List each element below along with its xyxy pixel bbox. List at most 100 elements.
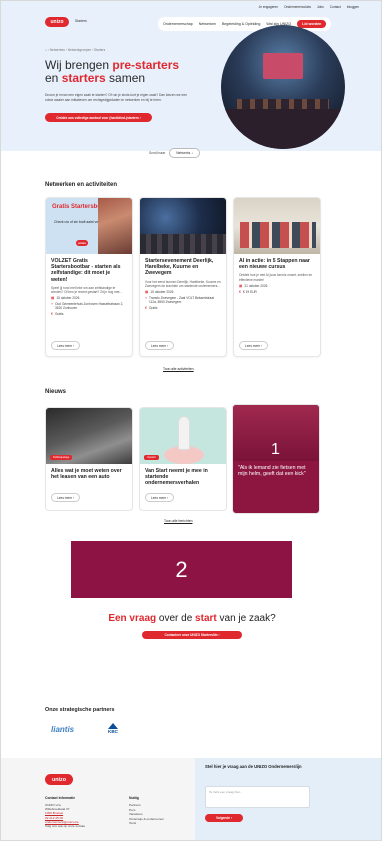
overlay-number: 1 (271, 441, 280, 458)
calendar-icon: ▦ (51, 296, 55, 301)
read-more-button[interactable]: Lees meer › (51, 493, 81, 502)
news-title[interactable]: Van Start neemt je mee in startende onde… (140, 464, 226, 491)
hero-section: Je engageren Ondernemersclubs Jobs Conta… (1, 1, 381, 151)
unizo-logo[interactable]: unizo (45, 17, 69, 27)
crowd-photo (140, 234, 226, 254)
event-price-text: € 19 EUR (243, 290, 257, 294)
location-icon: ⌖ (51, 302, 54, 307)
price-icon: € (145, 306, 147, 311)
calendar-icon: ▦ (145, 290, 149, 295)
question-heading: Een vraag over de start van je zaak? (108, 613, 276, 624)
event-place: ⌖ Oud Gemeentehuis Zonhoven Hasseltsebaan… (46, 301, 132, 311)
event-place: ⌖ Transfo Zwevegem - Zaal VOLT Bekaertstr… (140, 295, 226, 305)
events-heading: Netwerken en activiteiten (45, 182, 118, 188)
event-card-image: Gratis Startersbootbar Check uw of zie b… (46, 198, 132, 254)
scroll-to: Scroll naar Netwerks ↓ (149, 148, 200, 158)
news-title[interactable]: "Als ik lemand zie fietsen met mijn helm… (233, 461, 319, 481)
kbc-text: KBC (108, 729, 118, 734)
topnav-login[interactable]: Inloggen (347, 5, 359, 9)
event-date-text: 15 oktober 2026 (150, 290, 174, 295)
news-card-image: Opstart (140, 408, 226, 464)
news-card-image: Publicapelage (46, 408, 132, 464)
contact-info: UNIZO vzw Willebroekkaai 37 1000 Brussel… (45, 803, 85, 828)
nav-ondernemerschap[interactable]: Ondernemerschap (163, 22, 193, 26)
event-date-text: 21 oktober 2026 (244, 284, 268, 288)
event-title[interactable]: Startersevenement Deerlijk, Harelbeke, K… (140, 254, 226, 279)
read-more-button[interactable]: Lees meer › (145, 493, 175, 502)
partners-heading: Onze strategische partners (45, 707, 115, 713)
event-date-text: 15 oktober 2026 (56, 296, 80, 301)
event-price: € Gratis (46, 311, 132, 317)
contact-starterslijn-button[interactable]: Contacteer onze UNIZO Startersliin › (142, 631, 242, 639)
topnav-engageren[interactable]: Je engageren (259, 5, 279, 9)
runner-photo (98, 198, 132, 254)
kbc-shape (108, 723, 118, 729)
contact-extra: Volg ons ook op onze sociale (45, 824, 86, 829)
location-icon: ⌖ (145, 296, 148, 301)
event-price: € Gratis (140, 305, 226, 311)
event-place-text: Oud Gemeentehuis Zonhoven Hasseltsebaan … (55, 302, 124, 311)
useful-heading: Nuttig (129, 796, 139, 800)
event-desc: Speel jij rond met leke om aan zelfstand… (51, 285, 123, 295)
logo-subtitle: Starters (75, 19, 87, 23)
read-more-button[interactable]: Lees meer › (51, 341, 81, 350)
event-title[interactable]: AI in actie: in 5 Stappen naar een nieuw… (234, 254, 320, 272)
question-input[interactable]: Te hebt een vraag hier... (205, 786, 310, 808)
news-heading: Nieuws (45, 389, 67, 395)
footer-question-title: Stel hier je vraag aan de UNIZO Ondernem… (205, 764, 302, 769)
page: Je engageren Ondernemersclubs Jobs Conta… (0, 0, 382, 841)
event-price: € € 19 EUR (234, 289, 320, 295)
breadcrumb[interactable]: ⌂ › Netwerken › Netwerkgroepen › Starter… (45, 48, 105, 52)
read-more-button[interactable]: Lees meer › (145, 341, 175, 350)
footer-logo[interactable]: unizo (45, 774, 73, 785)
stage-floor (221, 109, 345, 149)
team-photo (240, 222, 316, 248)
news-tag: Opstart (144, 455, 159, 460)
useful-link[interactable]: Tools (129, 821, 164, 826)
news-card[interactable]: Publicapelage Alles wat je moet weten ov… (45, 407, 133, 511)
hero-offer-button[interactable]: Ontdek ons volledige aanbod voor (hardbl… (45, 113, 152, 122)
contact-heading: Contact Informatie (45, 796, 75, 800)
news-card-highlighted[interactable]: "Als ik lemand zie fietsen met mijn helm… (232, 404, 320, 514)
read-more-button[interactable]: Lees meer › (239, 341, 269, 350)
topnav-jobs[interactable]: Jobs (317, 5, 324, 9)
scroll-pill-button[interactable]: Netwerks ↓ (169, 148, 200, 158)
image-subtitle: Check uw of zie bodt aalst ven (54, 220, 100, 224)
hero-event-photo (221, 25, 345, 149)
become-member-button[interactable]: Lid worden (297, 20, 327, 28)
all-news-link[interactable]: Toon alle berichten (164, 519, 192, 523)
event-desc: Ontdek hoe je met AI jouw kennis omzet, … (239, 273, 313, 282)
event-card[interactable]: AI in actie: in 5 Stappen naar een nieuw… (233, 197, 321, 357)
event-card-image (140, 198, 226, 254)
hero-intro: Droom je ervan een eigen zaak te starten… (45, 93, 188, 102)
price-icon: € (239, 290, 241, 294)
event-card[interactable]: Startersevenement Deerlijk, Harelbeke, K… (139, 197, 227, 357)
banner-number: 2 (175, 556, 188, 582)
liantis-logo[interactable]: liantis (51, 725, 74, 734)
top-utility-nav: Je engageren Ondernemersclubs Jobs Conta… (259, 5, 359, 9)
topnav-clubs[interactable]: Ondernemersclubs (284, 5, 311, 9)
page-title: Wij brengen pre-starters en starters sam… (45, 58, 180, 85)
topnav-contact[interactable]: Contact (330, 5, 341, 9)
news-card[interactable]: Opstart Van Start neemt je mee in starte… (139, 407, 227, 511)
price-icon: € (51, 312, 53, 317)
event-place-text: Transfo Zwevegem - Zaal VOLT Bekaertstra… (149, 296, 214, 305)
event-desc: Voor het eerst bunnen Deerlijk, Harelbek… (145, 279, 221, 288)
all-activities-link[interactable]: Toon alle activiteiten (163, 367, 194, 371)
news-title[interactable]: Alles wat je moet weten over het leasen … (46, 464, 132, 484)
kbc-logo[interactable]: KBC (104, 723, 122, 737)
event-card-image (234, 198, 320, 254)
next-button[interactable]: Volgende › (205, 814, 243, 822)
image-logo: unizo (76, 240, 88, 246)
event-price-text: Gratis (149, 306, 158, 311)
event-title[interactable]: VOLZET Gratis Startersbootbar - starten … (46, 254, 132, 285)
useful-links: Partners Pers Vacatures Onderwijs & onde… (129, 803, 164, 826)
stage-screen (263, 53, 303, 79)
calendar-icon: ▦ (239, 284, 243, 288)
event-price-text: Gratis (55, 312, 64, 317)
nav-begeleiding[interactable]: Begeleiding & Opleiding (222, 22, 260, 26)
nav-netwerken[interactable]: Netwerken (199, 22, 216, 26)
scroll-label: Scroll naar (149, 151, 166, 155)
rocket-icon (178, 416, 190, 450)
event-card[interactable]: Gratis Startersbootbar Check uw of zie b… (45, 197, 133, 357)
